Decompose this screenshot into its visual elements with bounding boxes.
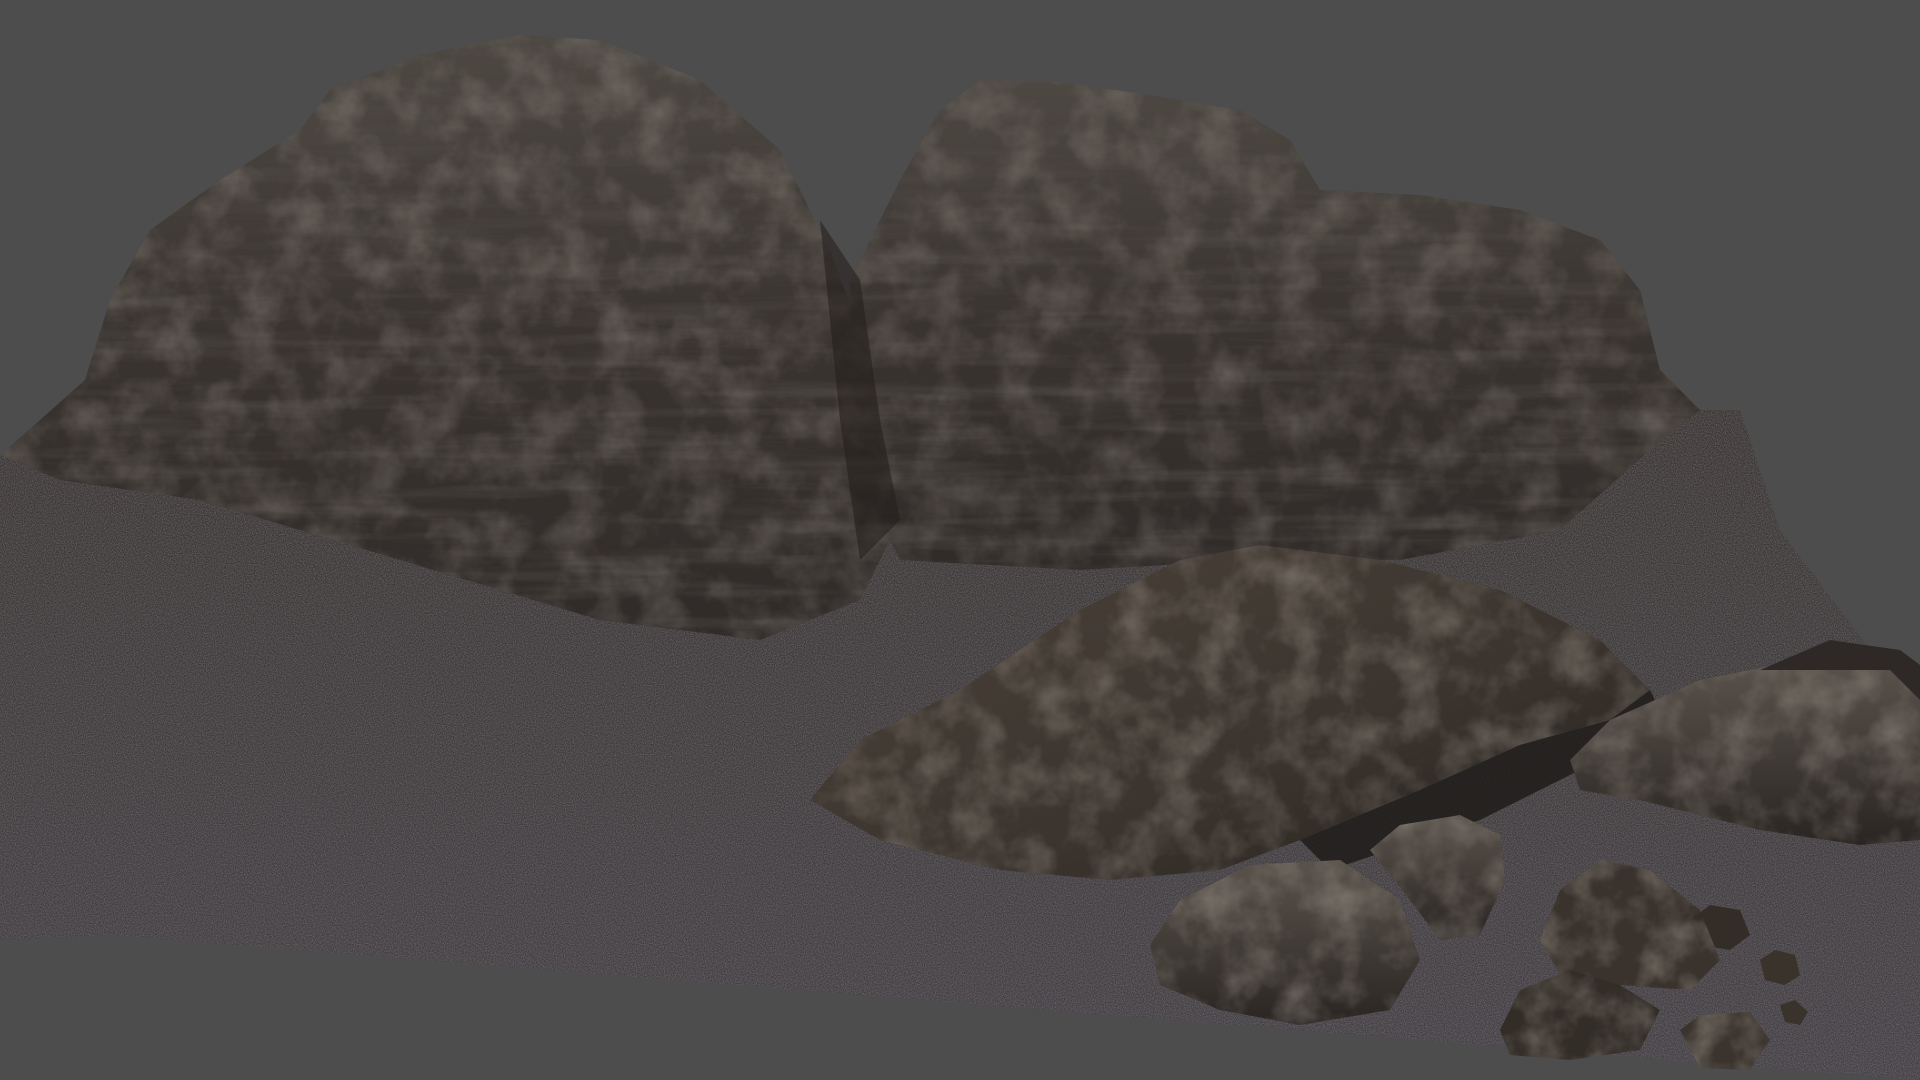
render-viewport xyxy=(0,0,1920,1080)
right-cliff xyxy=(820,80,1700,570)
rock-scene xyxy=(0,35,1920,1080)
